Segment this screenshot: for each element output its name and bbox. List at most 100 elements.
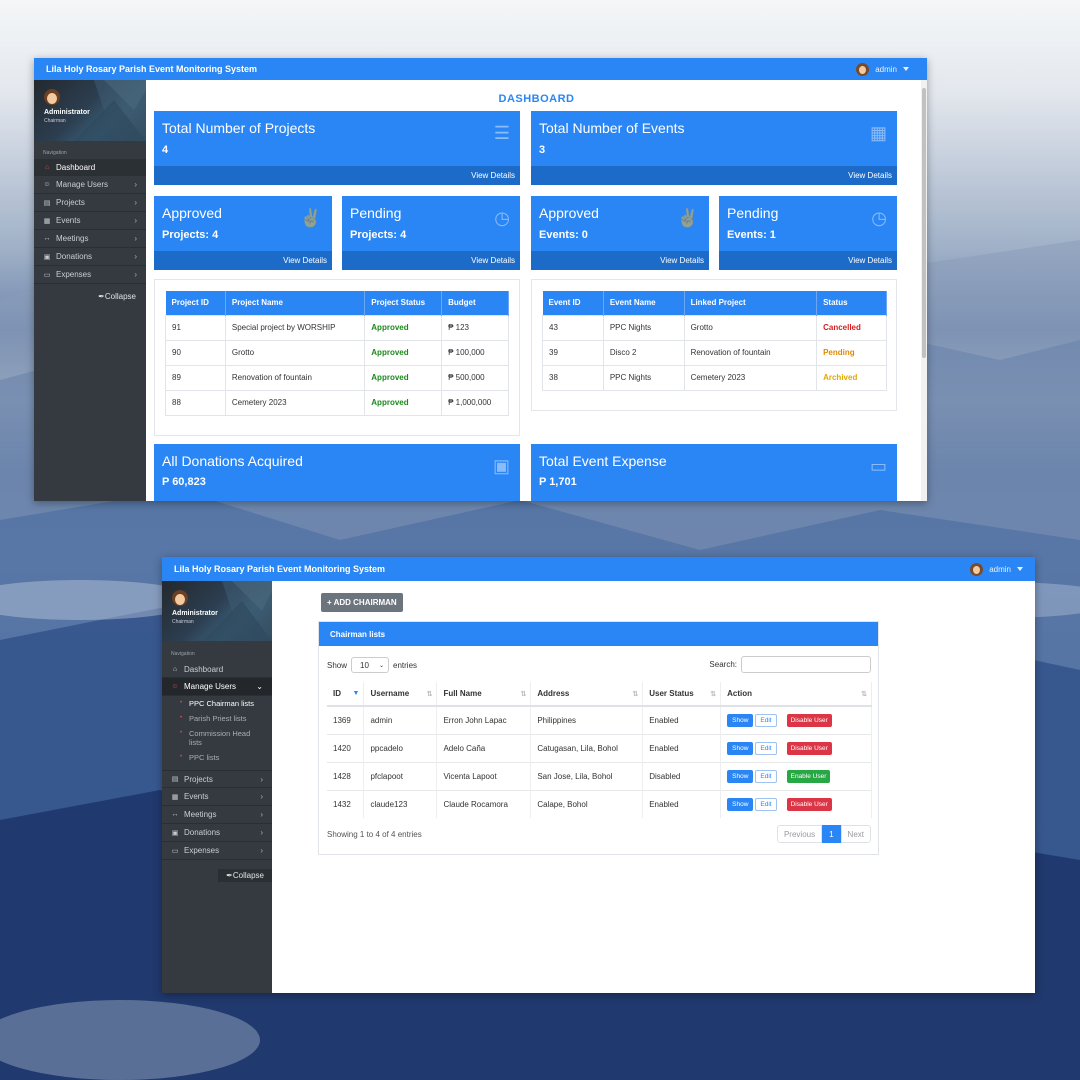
add-chairman-button[interactable]: + ADD CHAIRMAN — [321, 593, 403, 612]
user-menu[interactable]: admin — [970, 562, 1023, 576]
sidebar-item-events[interactable]: ▦ Events › — [34, 212, 146, 230]
sidebar-item-projects[interactable]: ▤ Projects › — [34, 194, 146, 212]
col-linked-project: Linked Project — [684, 291, 818, 315]
cell-actions: Show Edit Disable User — [720, 733, 872, 762]
card-title: Total Number of Events — [539, 120, 685, 136]
scrollbar-thumb[interactable] — [922, 88, 926, 358]
col-user-status[interactable]: User Status ⇅ — [642, 682, 722, 707]
disable-user-button[interactable]: Disable User — [786, 741, 832, 755]
card-value: 4 — [162, 144, 169, 156]
cell: Cemetery 2023 — [224, 389, 366, 416]
sidebar-item-label: Dashboard — [184, 664, 224, 674]
subitem-parish-priest[interactable]: Parish Priest lists — [162, 714, 272, 723]
approved-projects-card: Approved Projects: 4 ✌ View Details — [154, 196, 332, 270]
table-row: 89 Renovation of fountain Approved ₱ 500… — [165, 364, 509, 391]
sidebar-item-dashboard[interactable]: ⌂ Dashboard — [162, 661, 272, 678]
sidebar-item-events[interactable]: ▦ Events › — [162, 788, 272, 806]
card-title: Total Event Expense — [539, 453, 667, 469]
col-full-name[interactable]: Full Name ⇅ — [436, 682, 532, 707]
view-details-link[interactable]: View Details — [342, 251, 520, 270]
app-title[interactable]: Lila Holy Rosary Parish Event Monitoring… — [174, 564, 385, 574]
cell: 43 — [542, 314, 604, 341]
entries-select[interactable]: 10 ⌄ — [351, 657, 390, 673]
card-title: Pending — [727, 205, 779, 221]
chevron-right-icon: › — [134, 216, 137, 225]
view-details-link[interactable]: View Details — [154, 251, 332, 270]
users-main: + ADD CHAIRMAN Chairman lists Show 10 ⌄ e… — [272, 581, 1035, 993]
table-row: 88 Cemetery 2023 Approved ₱ 1,000,000 — [165, 389, 509, 416]
money-bill-icon: ▣ — [492, 456, 510, 476]
collapse-label: Collapse — [232, 871, 264, 880]
card-value: Projects: 4 — [162, 229, 219, 241]
enable-user-button[interactable]: Enable User — [786, 769, 831, 783]
edit-button[interactable]: Edit — [755, 769, 777, 783]
disable-user-button[interactable]: Disable User — [786, 797, 832, 811]
card-title: All Donations Acquired — [162, 453, 303, 469]
show-button[interactable]: Show — [727, 769, 754, 783]
disable-user-button[interactable]: Disable User — [786, 713, 832, 727]
status-approved: Approved — [364, 389, 443, 416]
collapse-button-inner[interactable]: ✒Collapse — [218, 869, 272, 882]
cell: 39 — [542, 339, 604, 366]
edit-button[interactable]: Edit — [755, 741, 777, 755]
header-label: Action — [727, 689, 753, 698]
sort-icon: ⇅ — [520, 691, 527, 698]
view-details-link[interactable]: View Details — [719, 251, 897, 270]
cell: Renovation of fountain — [224, 364, 366, 391]
col-event-id: Event ID — [542, 291, 604, 315]
top-navbar: Lila Holy Rosary Parish Event Monitoring… — [34, 58, 927, 80]
header-label: Full Name — [443, 689, 482, 698]
sidebar-item-label: Manage Users — [56, 180, 109, 189]
sidebar-item-projects[interactable]: ▤ Projects › — [162, 770, 272, 788]
collapse-button[interactable]: ✒Collapse — [34, 292, 146, 301]
view-details-link[interactable]: View Details — [154, 166, 520, 185]
app-title[interactable]: Lila Holy Rosary Parish Event Monitoring… — [46, 64, 257, 74]
sidebar-item-meetings[interactable]: ↔ Meetings › — [162, 806, 272, 824]
edit-button[interactable]: Edit — [755, 797, 777, 811]
show-button[interactable]: Show — [727, 797, 754, 811]
search-control: Search: — [709, 656, 871, 673]
col-id[interactable]: ID ▼ — [327, 682, 365, 707]
previous-page-button[interactable]: Previous — [776, 825, 823, 843]
cell-id: 1369 — [327, 705, 365, 734]
sidebar-item-manage-users[interactable]: ☺ Manage Users › — [34, 176, 146, 194]
subitem-ppc[interactable]: PPC lists — [162, 753, 272, 762]
sidebar-item-expenses[interactable]: ▭ Expenses › — [34, 266, 146, 284]
sidebar-item-dashboard[interactable]: ⌂ Dashboard — [34, 159, 146, 176]
table-row: 90 Grotto Approved ₱ 100,000 — [165, 339, 509, 366]
cell-username: admin — [363, 705, 438, 734]
sidebar-item-manage-users[interactable]: ☺ Manage Users ⌄ — [162, 678, 272, 696]
sidebar-item-label: Dashboard — [56, 162, 96, 172]
sidebar-item-donations[interactable]: ▣ Donations › — [34, 248, 146, 266]
edit-button[interactable]: Edit — [755, 713, 777, 727]
collapse-button[interactable]: ✒Collapse — [162, 869, 272, 882]
view-details-link[interactable]: View Details — [531, 251, 709, 270]
credit-card-icon: ▭ — [43, 271, 51, 279]
page-1-button[interactable]: 1 — [822, 825, 841, 843]
cell: 89 — [165, 364, 226, 391]
cell: Renovation of fountain — [683, 339, 818, 366]
next-page-button[interactable]: Next — [840, 825, 871, 843]
projects-table: Project ID Project Name Project Status B… — [165, 291, 509, 416]
col-username[interactable]: Username ⇅ — [363, 682, 438, 707]
user-menu[interactable]: admin — [856, 62, 909, 76]
sidebar-item-meetings[interactable]: ↔ Meetings › — [34, 230, 146, 248]
total-events-card: Total Number of Events 3 ▦ View Details — [531, 111, 897, 185]
profile-avatar-icon — [44, 89, 60, 105]
subitem-ppc-chairman[interactable]: PPC Chairman lists — [162, 699, 272, 708]
search-input[interactable] — [741, 656, 871, 673]
subitem-commission-head[interactable]: Commission Head lists — [162, 729, 257, 747]
table-header-row: ID ▼ Username ⇅ Full Name ⇅ Address ⇅ User S… — [327, 682, 872, 707]
money-icon: ▣ — [43, 253, 51, 261]
sidebar-item-label: Meetings — [184, 810, 217, 819]
vertical-scrollbar[interactable] — [921, 80, 927, 501]
view-details-link[interactable]: View Details — [531, 166, 897, 185]
cell: ₱ 1,000,000 — [441, 389, 509, 416]
show-button[interactable]: Show — [727, 713, 754, 727]
sidebar-item-donations[interactable]: ▣ Donations › — [162, 824, 272, 842]
show-button[interactable]: Show — [727, 741, 754, 755]
col-address[interactable]: Address ⇅ — [530, 682, 644, 707]
sidebar-item-expenses[interactable]: ▭ Expenses › — [162, 842, 272, 860]
col-action[interactable]: Action ⇅ — [720, 682, 872, 707]
profile-role: Chairman — [172, 619, 194, 625]
